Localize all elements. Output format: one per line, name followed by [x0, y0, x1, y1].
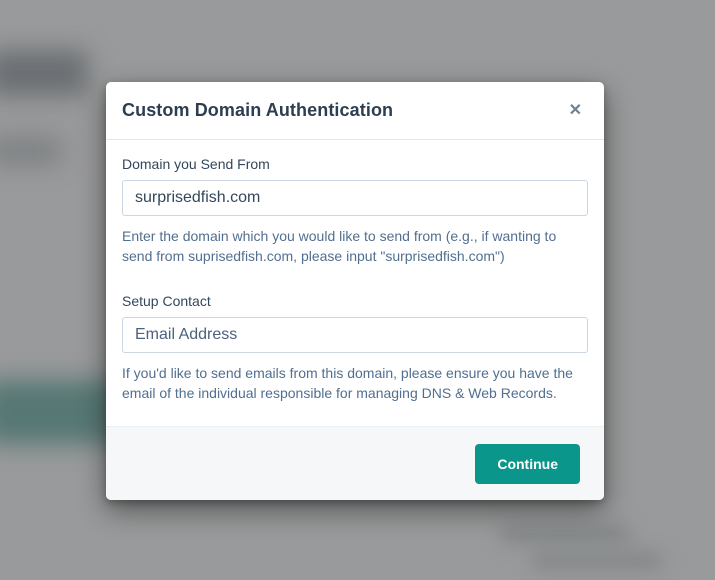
dialog-header: Custom Domain Authentication ✕	[106, 82, 604, 140]
contact-email-input[interactable]	[122, 316, 588, 353]
dialog-body: Domain you Send From Enter the domain wh…	[106, 140, 604, 426]
continue-button[interactable]: Continue	[475, 443, 580, 484]
close-icon: ✕	[568, 101, 582, 119]
background-blurred-element	[500, 526, 630, 542]
domain-help-text: Enter the domain which you would like to…	[122, 228, 557, 265]
background-blurred-element	[532, 552, 662, 570]
contact-help-text: If you'd like to send emails from this d…	[122, 364, 573, 401]
dialog-footer: Continue	[106, 426, 604, 500]
domain-field-label: Domain you Send From	[122, 156, 270, 172]
background-blurred-teal-element	[0, 380, 122, 444]
dimmed-page-overlay: Custom Domain Authentication ✕ Domain yo…	[0, 0, 715, 580]
domain-field-group: Domain you Send From Enter the domain wh…	[122, 156, 588, 267]
dialog-title: Custom Domain Authentication	[122, 100, 394, 120]
domain-input[interactable]	[122, 180, 588, 216]
close-button[interactable]: ✕	[567, 101, 584, 121]
contact-field-label: Setup Contact	[122, 292, 211, 309]
background-blurred-element	[0, 50, 88, 96]
custom-domain-authentication-dialog: Custom Domain Authentication ✕ Domain yo…	[106, 82, 604, 500]
contact-field-group: Setup Contact If you'd like to send emai…	[122, 293, 588, 404]
background-blurred-element	[0, 136, 62, 166]
